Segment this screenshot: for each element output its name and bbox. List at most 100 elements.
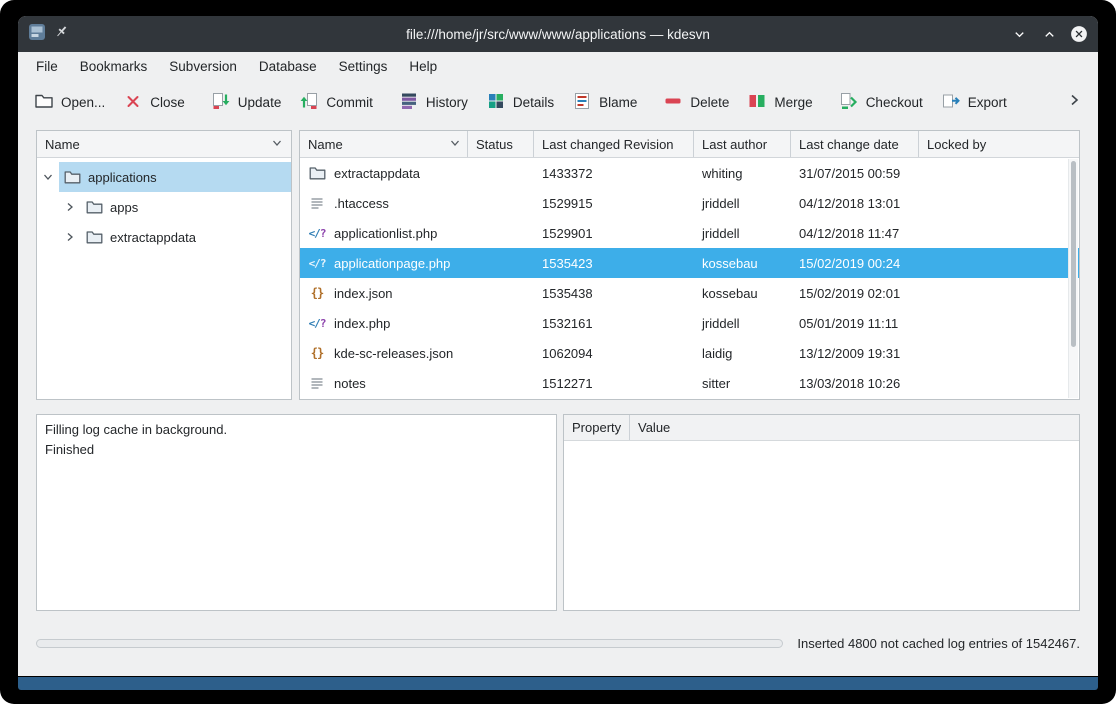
export-button[interactable]: Export [941,91,1007,114]
toolbar-group-info: History Details Blame [399,91,638,114]
checkout-icon [839,91,859,114]
cell-revision: 1529901 [534,226,694,241]
text-file-icon [308,195,326,211]
table-row[interactable]: {}index.json 1535438 kossebau 15/02/2019… [300,278,1079,308]
file-name: index.php [334,316,390,331]
history-button[interactable]: History [399,91,468,114]
close-button[interactable] [1070,25,1088,43]
table-row[interactable]: .htaccess 1529915 jriddell 04/12/2018 13… [300,188,1079,218]
cell-revision: 1529915 [534,196,694,211]
export-icon [941,91,961,114]
cell-date: 15/02/2019 02:01 [791,286,919,301]
toolbar-group-sync: Update Commit [211,91,373,114]
menu-bookmarks[interactable]: Bookmarks [80,59,148,74]
chevron-right-icon[interactable] [59,201,81,213]
column-header-revision[interactable]: Last changed Revision [534,131,694,157]
cell-date: 15/02/2019 00:24 [791,256,919,271]
chevron-down-icon[interactable] [37,171,59,183]
blame-icon [572,91,592,114]
toolbar: Open... Close Update Commit [18,80,1098,124]
chevron-right-icon[interactable] [59,231,81,243]
file-name: .htaccess [334,196,389,211]
vertical-scrollbar[interactable] [1068,159,1078,398]
table-row[interactable]: extractappdata 1433372 whiting 31/07/201… [300,158,1079,188]
cell-revision: 1532161 [534,316,694,331]
cell-author: jriddell [694,316,791,331]
cell-date: 13/12/2009 19:31 [791,346,919,361]
table-row[interactable]: </?applicationlist.php 1529901 jriddell … [300,218,1079,248]
minimize-button[interactable] [1010,25,1028,43]
tree-item-apps[interactable]: apps [37,192,291,222]
screen-background: file:///home/jr/src/www/www/applications… [0,0,1116,704]
column-header-name[interactable]: Name [300,131,468,157]
column-header-property[interactable]: Property [564,415,630,440]
property-table-header: Property Value [564,415,1079,441]
cell-author: jriddell [694,196,791,211]
maximize-button[interactable] [1040,25,1058,43]
open-button[interactable]: Open... [34,91,105,114]
tree-item-applications[interactable]: applications [37,162,291,192]
window-title: file:///home/jr/src/www/www/applications… [148,27,968,42]
table-row-selected[interactable]: </?applicationpage.php 1535423 kossebau … [300,248,1079,278]
folder-open-icon [34,91,54,114]
php-file-icon: </? [308,257,326,270]
cell-revision: 1535423 [534,256,694,271]
column-header-locked[interactable]: Locked by [919,131,1079,157]
menu-database[interactable]: Database [259,59,317,74]
pin-icon[interactable] [54,24,69,44]
titlebar-left [28,23,148,46]
php-file-icon: </? [308,317,326,330]
tree-header[interactable]: Name [37,131,291,158]
cell-author: whiting [694,166,791,181]
bottom-area: Filling log cache in background. Finishe… [36,414,1080,611]
chevron-down-icon [449,137,461,152]
toolbar-group-file: Open... Close [34,91,185,114]
checkout-button[interactable]: Checkout [839,91,923,114]
log-line: Finished [45,440,548,460]
file-name: applicationlist.php [334,226,437,241]
column-header-status[interactable]: Status [468,131,534,157]
open-button-label: Open... [61,95,105,110]
tree-item-extractappdata[interactable]: extractappdata [37,222,291,252]
cell-date: 13/03/2018 10:26 [791,376,919,391]
titlebar: file:///home/jr/src/www/www/applications… [18,16,1098,52]
status-message: Inserted 4800 not cached log entries of … [797,636,1080,651]
table-row[interactable]: {}kde-sc-releases.json 1062094 laidig 13… [300,338,1079,368]
menu-file[interactable]: File [36,59,58,74]
table-row[interactable]: notes 1512271 sitter 13/03/2018 10:26 [300,368,1079,398]
details-icon [486,91,506,114]
text-file-icon [308,375,326,391]
close-button-toolbar[interactable]: Close [123,91,185,114]
details-button-label: Details [513,95,554,110]
toolbar-overflow-button[interactable] [1066,92,1082,113]
column-header-value[interactable]: Value [630,415,1079,440]
merge-icon [747,91,767,114]
menu-subversion[interactable]: Subversion [169,59,237,74]
delete-button[interactable]: Delete [663,91,729,114]
scrollbar-thumb[interactable] [1071,161,1076,347]
bottom-blue-strip [18,677,1098,690]
column-header-author[interactable]: Last author [694,131,791,157]
json-file-icon: {} [308,286,326,300]
tree-item-label: apps [110,200,138,215]
commit-button[interactable]: Commit [299,91,373,114]
details-button[interactable]: Details [486,91,554,114]
window-controls [968,25,1088,43]
menu-help[interactable]: Help [409,59,437,74]
app-icon[interactable] [28,23,46,46]
cell-revision: 1535438 [534,286,694,301]
blame-button[interactable]: Blame [572,91,637,114]
update-button[interactable]: Update [211,91,282,114]
delete-button-label: Delete [690,95,729,110]
file-list-panel: Name Status Last changed Revision Last a… [299,130,1080,400]
update-icon [211,91,231,114]
menu-settings[interactable]: Settings [339,59,388,74]
merge-button[interactable]: Merge [747,91,812,114]
table-row[interactable]: </?index.php 1532161 jriddell 05/01/2019… [300,308,1079,338]
close-button-label: Close [150,95,185,110]
folder-tree-panel: Name applications [36,130,292,400]
menubar: File Bookmarks Subversion Database Setti… [18,52,1098,80]
folder-icon [85,200,103,215]
cell-author: sitter [694,376,791,391]
column-header-date[interactable]: Last change date [791,131,919,157]
